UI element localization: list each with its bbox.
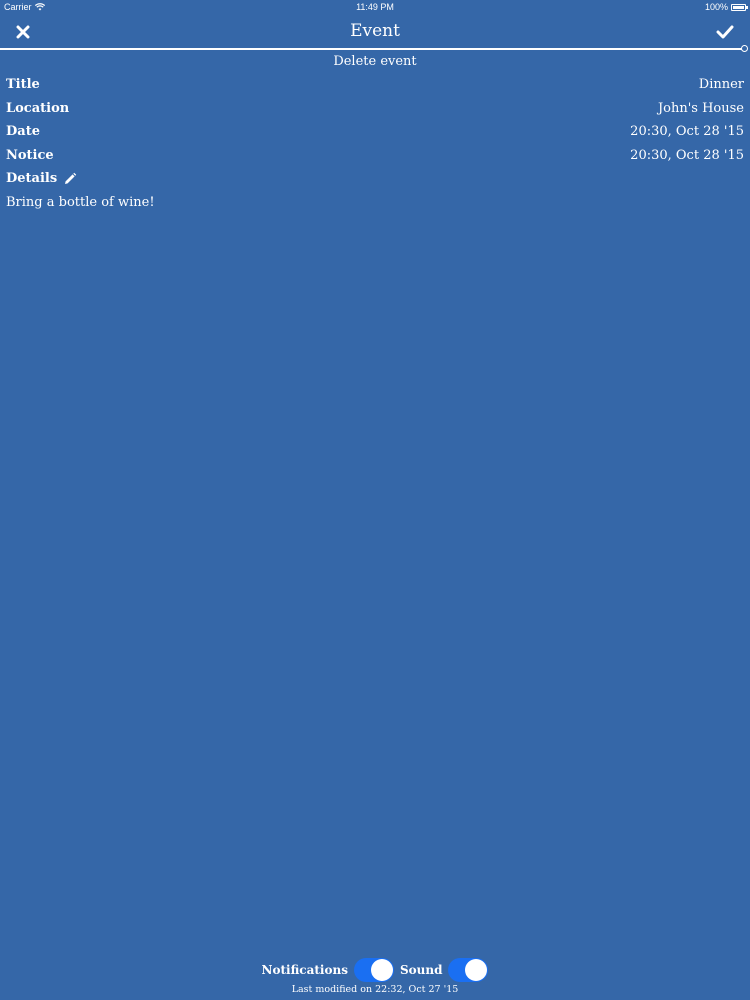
location-value: John's House	[657, 100, 744, 116]
done-button[interactable]	[713, 21, 737, 43]
date-value: 20:30, Oct 28 '15	[630, 124, 744, 140]
progress-knob	[741, 45, 748, 52]
sound-label: Sound	[399, 963, 443, 977]
progress-line	[0, 48, 742, 50]
details-text[interactable]: Bring a bottle of wine!	[6, 195, 744, 210]
notifications-toggle[interactable]	[353, 958, 394, 982]
pencil-icon[interactable]	[63, 172, 77, 186]
battery-percent: 100%	[704, 2, 728, 12]
sound-toggle-knob	[465, 959, 488, 981]
date-label: Date	[6, 124, 40, 140]
location-label: Location	[6, 100, 70, 116]
title-label: Title	[6, 77, 40, 93]
battery-icon	[731, 3, 748, 11]
notice-row[interactable]: Notice 20:30, Oct 28 '15	[6, 144, 744, 168]
notifications-toggle-knob	[370, 959, 393, 981]
sound-toggle[interactable]	[448, 958, 489, 982]
title-row[interactable]: Title Dinner	[6, 73, 744, 97]
details-label: Details	[6, 171, 58, 187]
location-row[interactable]: Location John's House	[6, 97, 744, 121]
notice-label: Notice	[6, 147, 54, 163]
toggle-group: Notifications Sound	[0, 958, 750, 982]
status-time: 11:49 PM	[356, 2, 394, 12]
delete-event-button[interactable]: Delete event	[0, 54, 750, 69]
details-label-group: Details	[6, 171, 77, 186]
event-fields: Title Dinner Location John's House Date …	[6, 73, 744, 210]
page-title: Event	[350, 21, 400, 41]
date-row[interactable]: Date 20:30, Oct 28 '15	[6, 120, 744, 144]
nav-bar: Event	[0, 15, 750, 49]
notifications-label: Notifications	[261, 963, 348, 977]
details-row[interactable]: Details	[6, 167, 744, 191]
title-value: Dinner	[698, 77, 744, 93]
notice-value: 20:30, Oct 28 '15	[630, 147, 744, 163]
last-modified: Last modified on 22:32, Oct 27 '15	[291, 984, 459, 995]
status-bar: Carrier 11:49 PM 100%	[0, 0, 750, 15]
footer: Notifications Sound Last modified on 22:…	[0, 958, 750, 995]
status-right: 100%	[704, 2, 748, 12]
event-screen: Carrier 11:49 PM 100% Event Delete event…	[0, 0, 750, 1000]
checkmark-icon	[716, 25, 734, 39]
